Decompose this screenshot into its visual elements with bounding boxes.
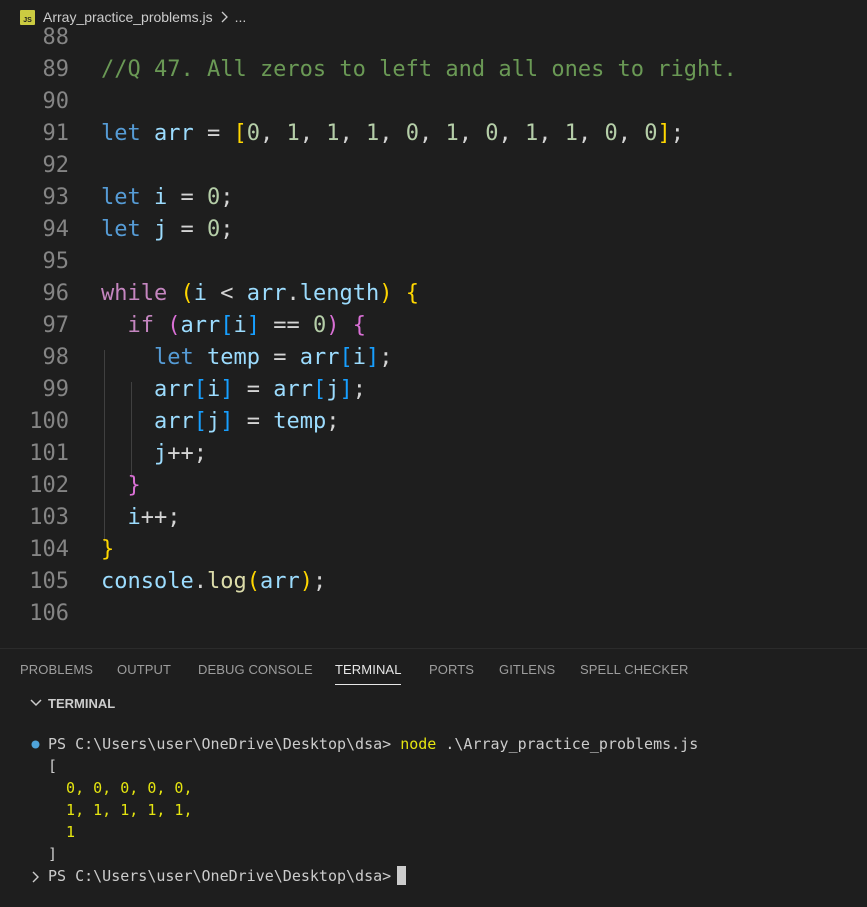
code-line: 91 let arr = [0, 1, 1, 1, 0, 1, 0, 1, 1, …: [42, 121, 685, 146]
terminal-command-line: PS C:\Users\user\OneDrive\Desktop\dsa> n…: [48, 735, 699, 753]
code-line: 90: [42, 89, 70, 114]
terminal-output-line: [: [48, 757, 58, 775]
code-line: 103 i++;: [29, 505, 181, 530]
tab-debug-console[interactable]: DEBUG CONSOLE: [198, 662, 313, 677]
code-line: 102 }: [29, 473, 141, 498]
code-line: 104}: [29, 537, 115, 562]
code-line: 101 j++;: [29, 441, 207, 466]
code-line: 93 let i = 0;: [42, 185, 234, 210]
code-line: 89//Q 47. All zeros to left and all ones…: [0, 54, 867, 86]
code-comment: //Q 47. All zeros to left and all ones t…: [101, 57, 737, 82]
code-line: 98 let temp = arr[i];: [42, 345, 393, 370]
terminal-prompt-line: PS C:\Users\user\OneDrive\Desktop\dsa>: [48, 865, 407, 887]
code-line: 94 let j = 0;: [42, 217, 234, 242]
code-line: 92: [42, 153, 70, 178]
code-line: 99 arr[i] = arr[j];: [42, 377, 366, 402]
code-line: 106: [29, 601, 69, 626]
code-editor[interactable]: 88 89//Q 47. All zeros to left and all o…: [0, 25, 867, 648]
terminal-section-header[interactable]: TERMINAL: [0, 690, 867, 718]
code-line: 105 console.log(arr);: [29, 569, 327, 594]
command-success-dot-icon[interactable]: [31, 740, 40, 749]
tab-spell-checker[interactable]: SPELL CHECKER: [580, 662, 688, 677]
tab-problems[interactable]: PROBLEMS: [20, 662, 93, 677]
terminal-output-line: 0, 0, 0, 0, 0,: [48, 779, 193, 797]
tab-terminal[interactable]: TERMINAL: [335, 662, 402, 677]
chevron-right-icon: [32, 871, 39, 883]
tab-output[interactable]: OUTPUT: [117, 662, 171, 677]
terminal-output-line: ]: [48, 845, 58, 863]
active-tab-indicator: [335, 684, 401, 685]
code-line: 97 if (arr[i] == 0) {: [42, 313, 366, 338]
terminal-cursor: [397, 866, 407, 885]
terminal-header-label: TERMINAL: [48, 696, 116, 711]
terminal-output-line: 1: [48, 823, 76, 841]
code-line: 88: [42, 25, 70, 50]
terminal-output-line: 1, 1, 1, 1, 1,: [48, 801, 193, 819]
terminal-output[interactable]: PS C:\Users\user\OneDrive\Desktop\dsa> n…: [0, 718, 867, 907]
code-line: 95: [42, 249, 70, 274]
code-line: 96 while (i < arr.length) {: [42, 281, 419, 306]
panel-tab-bar: PROBLEMS OUTPUT DEBUG CONSOLE TERMINAL P…: [0, 648, 867, 691]
code-line: 100 arr[j] = temp;: [29, 409, 340, 434]
tab-ports[interactable]: PORTS: [429, 662, 474, 677]
chevron-down-icon: [30, 699, 42, 707]
tab-gitlens[interactable]: GITLENS: [499, 662, 555, 677]
